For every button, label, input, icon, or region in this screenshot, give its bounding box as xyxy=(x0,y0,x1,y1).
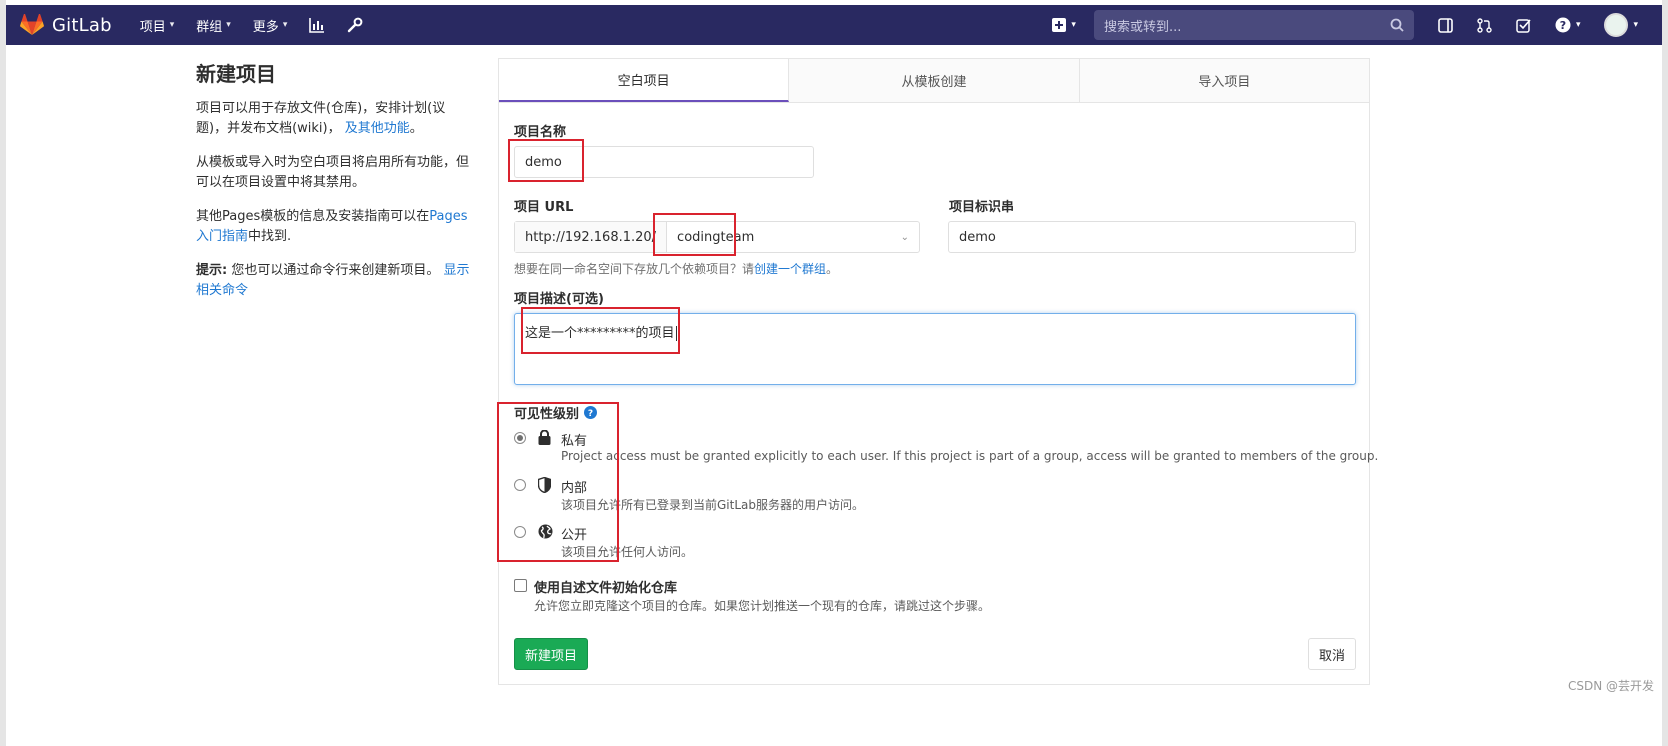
project-url-group: http://192.168.1.20/ codingteam ⌄ xyxy=(514,221,920,253)
create-project-button[interactable]: 新建项目 xyxy=(514,638,588,670)
user-menu[interactable]: ▾ xyxy=(1604,13,1638,37)
nav-projects-menu[interactable]: 项目 ▾ xyxy=(140,16,175,35)
description-label: 项目描述(可选) xyxy=(514,292,604,307)
watermark: CSDN @芸开发 xyxy=(1567,679,1654,693)
project-slug-label: 项目标识串 xyxy=(949,200,1015,215)
visibility-private-title: 私有 xyxy=(561,434,588,449)
tab-from-template[interactable]: 从模板创建 xyxy=(789,59,1080,102)
tip-text: 您也可以通过命令行来创建新项目。 xyxy=(231,263,440,278)
wrench-icon[interactable] xyxy=(347,17,363,33)
nav-more-label: 更多 xyxy=(252,19,279,35)
url-prefix: http://192.168.1.20/ xyxy=(515,222,668,252)
help-circle-icon[interactable]: ? xyxy=(584,406,598,419)
globe-icon xyxy=(538,524,553,539)
project-slug-value: demo xyxy=(959,229,996,245)
project-slug-input[interactable]: demo xyxy=(948,221,1356,253)
tab-blank-project[interactable]: 空白项目 xyxy=(499,59,790,102)
project-url-label: 项目 URL xyxy=(514,200,574,215)
svg-text:?: ? xyxy=(1560,19,1566,32)
pages-text: 其他Pages模板的信息及安装指南可以在 xyxy=(196,209,430,224)
nav-groups-label: 群组 xyxy=(196,19,223,35)
question-circle-icon: ? xyxy=(1555,17,1571,33)
new-project-panel: 空白项目 从模板创建 导入项目 项目名称 demo 项目 URL http://… xyxy=(497,58,1378,685)
sidebar-info: 新建项目 项目可以用于存放文件(仓库)，安排计划(议题)，并发布文档(wiki)… xyxy=(196,58,476,315)
chevron-down-icon: ▾ xyxy=(282,20,288,30)
help-dropdown[interactable]: ? ▾ xyxy=(1555,17,1581,33)
search-placeholder: 搜索或转到... xyxy=(1103,19,1182,35)
tab-import-project[interactable]: 导入项目 xyxy=(1079,59,1369,102)
other-features-link[interactable]: 及其他功能 xyxy=(345,121,410,136)
create-group-link[interactable]: 创建一个群组 xyxy=(754,262,826,276)
url-hint-text: 想要在同一命名空间下存放几个依赖项目？请 xyxy=(514,262,755,276)
navbar-right: ▾ 搜索或转到... ? ▾ ▾ xyxy=(1052,5,1662,45)
page-title: 新建项目 xyxy=(196,62,276,86)
intro-paragraph: 项目可以用于存放文件(仓库)，安排计划(议题)，并发布文档(wiki)， 及其他… xyxy=(196,99,476,139)
visibility-private-radio[interactable] xyxy=(514,432,526,444)
lock-icon xyxy=(538,430,551,445)
description-textarea[interactable]: 这是一个*********的项目 xyxy=(514,313,1356,385)
tip-paragraph: 提示: 您也可以通过命令行来创建新项目。 显示相关命令 xyxy=(196,261,476,301)
nav-groups-menu[interactable]: 群组 ▾ xyxy=(196,16,231,35)
namespace-select[interactable]: codingteam ⌄ xyxy=(667,230,919,245)
visibility-label-row: 可见性级别 ? xyxy=(514,403,598,422)
pages-paragraph: 其他Pages模板的信息及安装指南可以在Pages入门指南中找到. xyxy=(196,207,476,247)
search-input[interactable]: 搜索或转到... xyxy=(1093,10,1414,40)
chevron-down-icon: ▾ xyxy=(1071,20,1076,30)
readme-checkbox[interactable] xyxy=(514,579,527,592)
shield-icon xyxy=(538,477,551,493)
visibility-internal-title: 内部 xyxy=(561,481,588,496)
chevron-down-icon: ▾ xyxy=(226,20,231,30)
top-navbar: GitLab 项目 ▾ 群组 ▾ 更多 ▾ ▾ 搜索或转到... ? ▾ ▾ xyxy=(6,5,1662,45)
intro-end: 。 xyxy=(409,121,423,136)
svg-text:?: ? xyxy=(588,409,593,419)
project-name-input[interactable]: demo xyxy=(514,146,814,178)
activity-chart-icon[interactable] xyxy=(309,17,325,33)
plus-square-icon xyxy=(1052,18,1067,32)
visibility-public-desc: 该项目允许任何人访问。 xyxy=(561,545,694,559)
chevron-down-icon: ▾ xyxy=(1575,20,1581,30)
project-tabs: 空白项目 从模板创建 导入项目 xyxy=(499,59,1369,103)
issues-sidebar-icon[interactable] xyxy=(1438,17,1453,33)
chevron-down-icon: ⌄ xyxy=(900,231,909,243)
new-item-dropdown[interactable]: ▾ xyxy=(1052,18,1076,32)
visibility-public-radio[interactable] xyxy=(514,526,526,538)
namespace-value: codingteam xyxy=(677,229,755,245)
template-paragraph: 从模板或导入时为空白项目将启用所有功能，但可以在项目设置中将其禁用。 xyxy=(196,155,470,190)
project-name-value: demo xyxy=(525,154,562,170)
nav-more-menu[interactable]: 更多 ▾ xyxy=(253,16,288,35)
avatar xyxy=(1604,13,1629,37)
project-name-label: 项目名称 xyxy=(514,125,567,140)
chevron-down-icon: ▾ xyxy=(1633,20,1638,30)
readme-label: 使用自述文件初始化仓库 xyxy=(534,581,678,596)
text-cursor xyxy=(675,326,677,341)
visibility-label: 可见性级别 xyxy=(514,407,580,422)
visibility-internal-radio[interactable] xyxy=(514,479,526,491)
gitlab-logo[interactable]: GitLab xyxy=(20,14,112,36)
gitlab-tanuki-icon xyxy=(20,14,44,35)
visibility-private-desc: Project access must be granted explicitl… xyxy=(561,449,1379,463)
nav-projects-label: 项目 xyxy=(139,19,166,35)
readme-desc: 允许您立即克隆这个项目的仓库。如果您计划推送一个现有的仓库，请跳过这个步骤。 xyxy=(534,599,991,613)
todo-checkbox-icon[interactable] xyxy=(1516,18,1531,33)
visibility-internal-desc: 该项目允许所有已登录到当前GitLab服务器的用户访问。 xyxy=(561,498,864,512)
merge-request-icon[interactable] xyxy=(1477,17,1492,33)
brand-name: GitLab xyxy=(52,14,112,36)
visibility-public-title: 公开 xyxy=(561,528,588,543)
url-hint-end: 。 xyxy=(826,262,839,276)
chevron-down-icon: ▾ xyxy=(169,20,175,30)
cancel-button[interactable]: 取消 xyxy=(1308,638,1356,670)
url-hint: 想要在同一命名空间下存放几个依赖项目？请创建一个群组。 xyxy=(514,260,838,277)
search-icon xyxy=(1390,18,1404,32)
pages-end: 中找到. xyxy=(248,229,292,244)
description-value: 这是一个*********的项目 xyxy=(525,326,675,341)
tip-label: 提示: xyxy=(196,263,228,278)
